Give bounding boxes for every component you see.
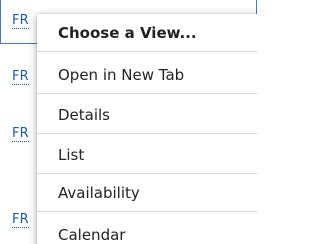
row-link-2[interactable]: FR [12,69,29,85]
row-link-3[interactable]: FR [12,126,29,142]
menu-heading: Choose a View... [37,14,257,52]
menu-item-calendar[interactable]: Calendar [37,216,257,244]
menu-item-open-new-tab[interactable]: Open in New Tab [37,56,257,94]
menu-item-availability[interactable]: Availability [37,174,257,212]
screen: FR FR FR FR Choose a View... Open in New… [0,0,257,244]
menu-item-details[interactable]: Details [37,96,257,134]
row-link-4[interactable]: FR [12,212,29,228]
row-link-1[interactable]: FR [12,13,29,29]
choose-view-menu: Choose a View... Open in New Tab Details… [37,14,257,244]
menu-item-list[interactable]: List [37,136,257,174]
